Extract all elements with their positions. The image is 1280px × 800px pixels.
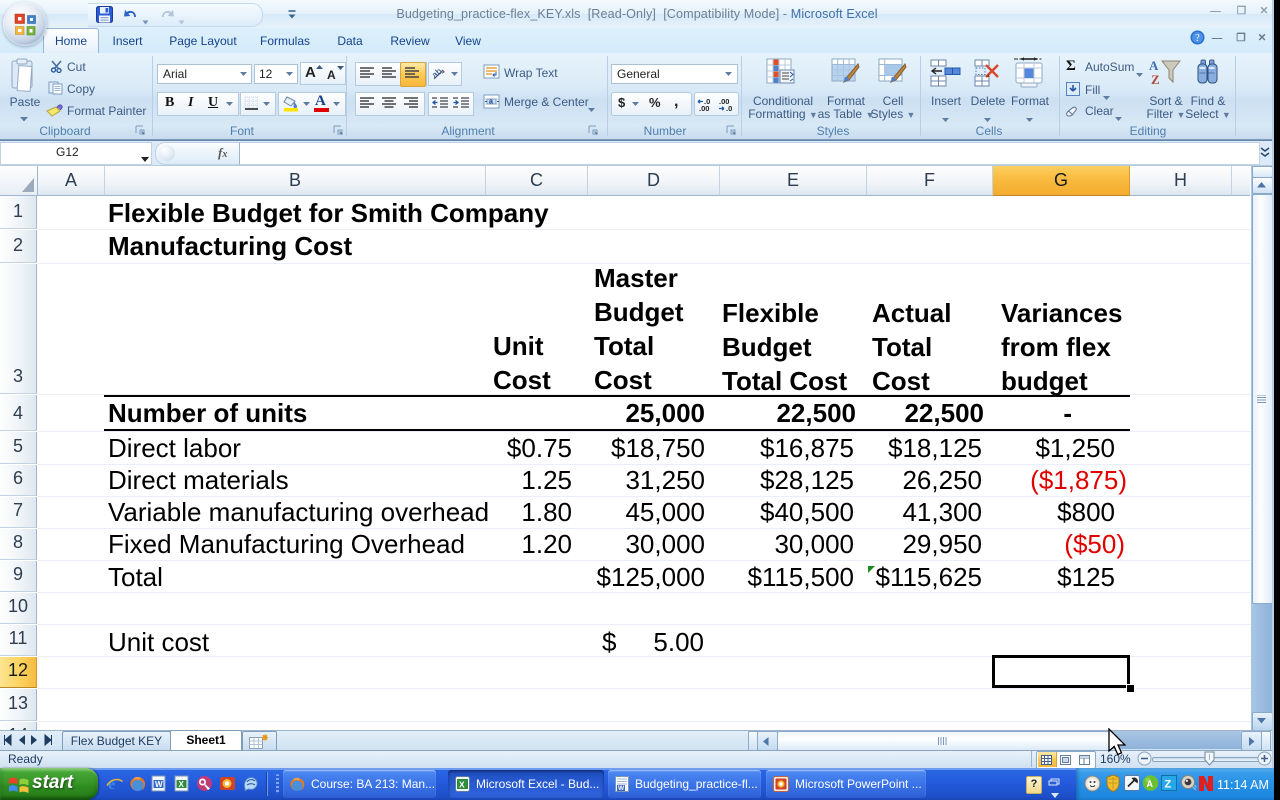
svg-text:Z: Z [1165, 779, 1172, 791]
svg-text:A: A [1147, 779, 1154, 789]
svg-text:.0: .0 [726, 104, 732, 112]
svg-text:ab: ab [432, 66, 444, 80]
svg-text:X: X [179, 780, 185, 789]
svg-text:W: W [155, 780, 163, 789]
svg-text:a: a [489, 99, 493, 106]
svg-text:.00: .00 [699, 104, 709, 112]
svg-text:?: ? [1195, 33, 1200, 44]
svg-text:A: A [1149, 58, 1159, 73]
svg-text:X: X [459, 780, 465, 790]
svg-text:Z: Z [1151, 72, 1160, 87]
svg-text:W: W [618, 785, 625, 792]
